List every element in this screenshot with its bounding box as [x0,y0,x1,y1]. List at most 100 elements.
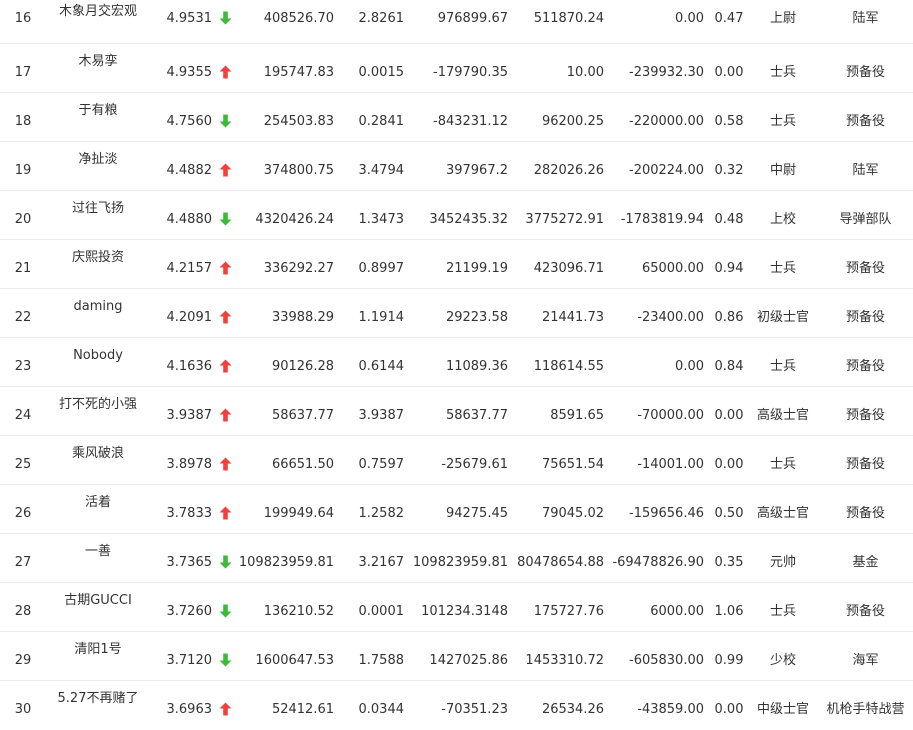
table-row[interactable]: 22 daming 4.2091 33988.29 1.1914 29223.58 2144… [0,289,913,338]
arrow-up-icon [219,506,233,520]
military-rank-cell: 高级士官 [756,408,809,423]
value-cell-2: 1.1914 [358,310,405,325]
value-cell-1: 374800.75 [263,163,334,178]
unit-cell: 机枪手特战营 [826,702,905,717]
table-row[interactable]: 27 一善 3.7365 109823959.81 3.2167 109823959.81… [0,534,913,583]
military-rank-cell: 上尉 [769,11,796,26]
trader-name[interactable]: Nobody [40,348,156,364]
trader-name[interactable]: 过往飞扬 [40,201,156,217]
value-cell-3: 94275.45 [445,506,508,521]
table-row[interactable]: 24 打不死的小强 3.9387 58637.77 3.9387 58637.77 8591… [0,387,913,436]
value-cell-1: 336292.27 [263,261,334,276]
trader-name[interactable]: 一善 [40,544,156,560]
arrow-up-icon [219,310,233,324]
trader-name[interactable]: 木象月交宏观 [40,4,156,20]
table-row[interactable]: 17 木易孪 4.9355 195747.83 0.0015 -179790.35 10.0… [0,44,913,93]
value-cell-3: 58637.77 [445,408,508,423]
value-cell-2: 0.8997 [358,261,405,276]
military-rank-cell: 中级士官 [756,702,809,717]
unit-cell: 导弹部队 [839,212,892,227]
trader-name[interactable]: 清阳1号 [40,642,156,658]
value-cell-4: 118614.55 [533,359,604,374]
value-cell-6: 0.47 [714,11,744,26]
unit-cell: 预备役 [845,65,885,80]
value-cell-4: 3775272.91 [525,212,604,227]
trader-name[interactable]: 打不死的小强 [40,397,156,413]
value-cell-2: 1.2582 [358,506,405,521]
value-cell-4: 423096.71 [533,261,604,276]
value-cell-5: -70000.00 [637,408,704,423]
value-cell-6: 1.06 [714,604,744,619]
value-cell-5: -23400.00 [637,310,704,325]
value-cell-3: -25679.61 [441,457,508,472]
score-cell: 4.9355 [166,65,213,80]
score-cell: 4.7560 [166,114,213,129]
arrow-up-icon [219,65,233,79]
value-cell-5: -43859.00 [637,702,704,717]
value-cell-1: 52412.61 [271,702,334,717]
military-rank-cell: 中尉 [769,163,796,178]
arrow-down-icon [219,653,233,667]
ranking-table: 16 木象月交宏观 4.9531 408526.70 2.8261 976899.67 51… [0,0,913,730]
unit-cell: 预备役 [845,114,885,129]
value-cell-1: 4320426.24 [255,212,334,227]
trader-name[interactable]: 于有粮 [40,103,156,119]
table-row[interactable]: 29 清阳1号 3.7120 1600647.53 1.7588 1427025.86 14… [0,632,913,681]
arrow-down-icon [219,604,233,618]
value-cell-1: 33988.29 [271,310,334,325]
value-cell-4: 1453310.72 [525,653,604,668]
trader-name[interactable]: 古期GUCCI [40,593,156,609]
value-cell-6: 0.00 [714,408,744,423]
value-cell-3: 11089.36 [445,359,508,374]
trader-name[interactable]: 木易孪 [40,54,156,70]
value-cell-4: 96200.25 [541,114,604,129]
arrow-down-icon [219,11,233,25]
unit-cell: 预备役 [845,261,885,276]
unit-cell: 预备役 [845,506,885,521]
score-cell: 4.4880 [166,212,213,227]
table-row[interactable]: 20 过往飞扬 4.4880 4320426.24 1.3473 3452435.32 37… [0,191,913,240]
arrow-up-icon [219,359,233,373]
trader-name[interactable]: 乘风破浪 [40,446,156,462]
value-cell-1: 254503.83 [263,114,334,129]
value-cell-6: 0.48 [714,212,744,227]
value-cell-5: -159656.46 [629,506,704,521]
unit-cell: 基金 [852,555,879,570]
value-cell-4: 26534.26 [541,702,604,717]
value-cell-3: -70351.23 [441,702,508,717]
value-cell-5: -1783819.94 [620,212,704,227]
score-cell: 3.6963 [166,702,213,717]
table-row[interactable]: 21 庆熙投资 4.2157 336292.27 0.8997 21199.19 42309… [0,240,913,289]
trader-name[interactable]: daming [40,299,156,315]
value-cell-2: 2.8261 [358,11,405,26]
unit-cell: 预备役 [845,408,885,423]
table-row[interactable]: 18 于有粮 4.7560 254503.83 0.2841 -843231.12 9620… [0,93,913,142]
unit-cell: 陆军 [852,163,879,178]
trader-name[interactable]: 活着 [40,495,156,511]
table-row[interactable]: 28 古期GUCCI 3.7260 136210.52 0.0001 101234.314… [0,583,913,632]
value-cell-2: 0.2841 [358,114,405,129]
unit-cell: 预备役 [845,457,885,472]
table-row[interactable]: 23 Nobody 4.1636 90126.28 0.6144 11089.36 1186… [0,338,913,387]
table-row[interactable]: 30 5.27不再赌了 3.6963 52412.61 0.0344 -70351.23 2… [0,681,913,730]
value-cell-5: -69478826.90 [612,555,704,570]
arrow-down-icon [219,212,233,226]
value-cell-3: -843231.12 [433,114,508,129]
table-row[interactable]: 26 活着 3.7833 199949.64 1.2582 94275.45 79045.0… [0,485,913,534]
table-row[interactable]: 16 木象月交宏观 4.9531 408526.70 2.8261 976899.67 51… [0,0,913,44]
trader-name[interactable]: 5.27不再赌了 [40,691,156,707]
value-cell-4: 79045.02 [541,506,604,521]
value-cell-3: 976899.67 [437,11,508,26]
value-cell-3: 1427025.86 [429,653,508,668]
trader-name[interactable]: 庆熙投资 [40,250,156,266]
value-cell-5: 6000.00 [650,604,704,619]
value-cell-4: 10.00 [566,65,604,80]
value-cell-6: 0.58 [714,114,744,129]
military-rank-cell: 士兵 [769,114,796,129]
trader-name[interactable]: 净扯淡 [40,152,156,168]
unit-cell: 预备役 [845,359,885,374]
military-rank-cell: 士兵 [769,604,796,619]
table-row[interactable]: 25 乘风破浪 3.8978 66651.50 0.7597 -25679.61 75651… [0,436,913,485]
value-cell-4: 175727.76 [533,604,604,619]
table-row[interactable]: 19 净扯淡 4.4882 374800.75 3.4794 397967.2 282026… [0,142,913,191]
